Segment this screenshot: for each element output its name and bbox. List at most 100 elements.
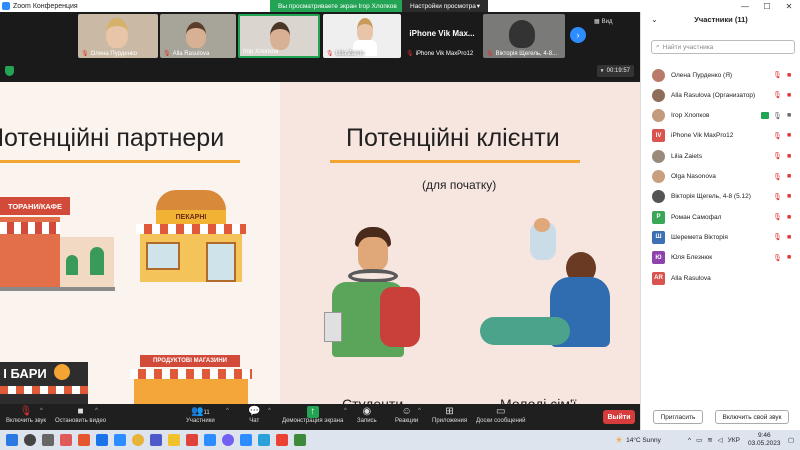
- video-tile[interactable]: 🎙 Alla Rasulova: [160, 14, 236, 58]
- search-icon: ⌕: [656, 43, 660, 50]
- mic-icon[interactable]: 🎙: [773, 112, 782, 120]
- record-button[interactable]: ◉ Запись: [357, 406, 377, 424]
- smiley-icon: ☺: [401, 406, 412, 417]
- participant-row[interactable]: Вікторія Щегель, 4-8 (5.12) 🎙 ■: [641, 188, 800, 206]
- participant-search-input[interactable]: ⌕ Найти участника: [651, 40, 795, 54]
- app-icon[interactable]: [78, 434, 90, 446]
- minimize-button[interactable]: —: [735, 0, 755, 12]
- shield-icon[interactable]: [5, 66, 14, 76]
- participant-row[interactable]: Olga Nasonova 🎙 ■: [641, 168, 800, 186]
- apps-button[interactable]: ⊞ Приложения: [432, 406, 467, 424]
- participant-row[interactable]: AR Alla Rasulova: [641, 269, 800, 287]
- telegram-icon[interactable]: [258, 434, 270, 446]
- mic-muted-icon[interactable]: 🎙: [773, 254, 782, 262]
- gallery-next-button[interactable]: ›: [570, 27, 586, 43]
- video-off-icon[interactable]: ■: [787, 234, 791, 241]
- mic-muted-icon[interactable]: 🎙: [773, 193, 782, 201]
- file-explorer-icon[interactable]: [168, 434, 180, 446]
- app-icon[interactable]: [240, 434, 252, 446]
- view-button[interactable]: ▦ Вид: [594, 18, 613, 26]
- mic-muted-icon[interactable]: 🎙: [773, 132, 782, 140]
- mic-muted-icon[interactable]: 🎙: [773, 213, 782, 221]
- app-icon[interactable]: [294, 434, 306, 446]
- leave-button[interactable]: Выйти: [603, 410, 635, 424]
- video-off-icon[interactable]: ■: [787, 193, 791, 200]
- timer-value: 00:19:57: [606, 68, 630, 74]
- video-off-icon[interactable]: ■: [787, 254, 791, 261]
- participant-name: Ігор Хлопков: [671, 112, 710, 120]
- system-tray[interactable]: ^ ▭ ≋ ◁ УКР: [688, 430, 740, 450]
- video-tile[interactable]: 🎙 Вікторія Щегель, 4-8...: [483, 14, 565, 58]
- task-view-icon[interactable]: [42, 434, 54, 446]
- search-icon[interactable]: [24, 434, 36, 446]
- mic-muted-icon[interactable]: 🎙: [773, 173, 782, 181]
- mic-muted-icon[interactable]: 🎙: [773, 91, 782, 99]
- video-tile[interactable]: 🎙 Олена Пурденко: [78, 14, 158, 58]
- video-off-icon[interactable]: ■: [787, 72, 791, 79]
- participants-options-caret[interactable]: ^: [226, 408, 229, 414]
- teams-icon[interactable]: [150, 434, 162, 446]
- participant-row[interactable]: Ш Шереметa Вікторія 🎙 ■: [641, 228, 800, 246]
- maximize-button[interactable]: ☐: [757, 0, 777, 12]
- participant-row[interactable]: Олена Пурденко (Я) 🎙 ■: [641, 66, 800, 84]
- video-options-caret[interactable]: ^: [95, 408, 98, 414]
- mic-muted-icon[interactable]: 🎙: [773, 152, 782, 160]
- video-tile-active[interactable]: Ігор Хлопков: [238, 14, 320, 58]
- reactions-options-caret[interactable]: ^: [418, 408, 421, 414]
- family-illustration: [470, 218, 620, 362]
- share-screen-button[interactable]: ↑ Демонстрация экрана: [282, 406, 343, 424]
- video-tile[interactable]: iPhone Vik Max... 🎙 iPhone Vik MaxPro12: [403, 14, 481, 58]
- participant-row[interactable]: IV iPhone Vik MaxPro12 🎙 ■: [641, 127, 800, 145]
- video-button[interactable]: ■ Остановить видео: [55, 406, 106, 424]
- reactions-label: Реакции: [395, 418, 419, 424]
- plant: [66, 255, 78, 275]
- mic-muted-icon[interactable]: 🎙: [773, 71, 782, 79]
- participants-button[interactable]: 👥11 Участники: [186, 406, 215, 424]
- headphones: [348, 269, 398, 283]
- bakery-roof: [156, 190, 226, 210]
- search-placeholder: Найти участника: [662, 43, 714, 51]
- chat-options-caret[interactable]: ^: [268, 408, 271, 414]
- app-icon[interactable]: [60, 434, 72, 446]
- view-options-button[interactable]: Настройки просмотра ▾: [402, 0, 488, 12]
- app-icon[interactable]: [186, 434, 198, 446]
- bakery-illustration: ПЕКАРНІ: [136, 190, 246, 282]
- video-off-icon[interactable]: ■: [787, 92, 791, 99]
- speaker-icon: ◁: [717, 437, 723, 444]
- mic-muted-icon[interactable]: 🎙: [773, 233, 782, 241]
- video-off-icon[interactable]: ■: [787, 214, 791, 221]
- viber-icon[interactable]: [222, 434, 234, 446]
- participant-row[interactable]: Lilia Zaiets 🎙 ■: [641, 147, 800, 165]
- reactions-button[interactable]: ☺ Реакции: [395, 406, 418, 424]
- notifications-icon[interactable]: ▢: [788, 430, 794, 450]
- weather-widget[interactable]: ☀ 14°C Sunny: [615, 430, 661, 450]
- avatar: [652, 149, 665, 163]
- share-banner: Вы просматриваете экран Ігор Хлопков: [270, 0, 405, 12]
- chat-button[interactable]: 💬 Чат: [248, 406, 260, 424]
- video-off-icon[interactable]: ■: [787, 173, 791, 180]
- participant-row[interactable]: Alla Rasulova (Организатор) 🎙 ■: [641, 86, 800, 104]
- unmute-self-button[interactable]: Включить свой звук: [715, 410, 789, 424]
- title-underline: [330, 160, 580, 163]
- share-options-caret[interactable]: ^: [344, 408, 347, 414]
- participant-row[interactable]: Ігор Хлопков 🎙 ■: [641, 107, 800, 125]
- video-camera-icon[interactable]: ■: [787, 112, 791, 119]
- participant-row[interactable]: Ю Юля Блезнюк 🎙 ■: [641, 249, 800, 267]
- invite-button[interactable]: Пригласить: [653, 410, 703, 424]
- clock-time: 9:46: [757, 432, 771, 439]
- audio-options-caret[interactable]: ^: [40, 408, 43, 414]
- whiteboards-button[interactable]: ▭ Доски сообщений: [476, 406, 526, 424]
- zoom-icon[interactable]: [114, 434, 126, 446]
- close-button[interactable]: ✕: [779, 0, 799, 12]
- tile-name: Вікторія Щегель, 4-8...: [495, 50, 558, 57]
- participant-row[interactable]: Р Роман Самофал 🎙 ■: [641, 208, 800, 226]
- video-off-icon[interactable]: ■: [787, 132, 791, 139]
- video-tile[interactable]: 🎙 Lilia Zaiets: [323, 14, 401, 58]
- windows-start-icon[interactable]: [6, 434, 18, 446]
- app-icon[interactable]: [276, 434, 288, 446]
- chrome-icon[interactable]: [132, 434, 144, 446]
- edge-browser-icon[interactable]: [96, 434, 108, 446]
- zoom-icon[interactable]: [204, 434, 216, 446]
- clock[interactable]: 9:46 03.05.2023: [748, 430, 781, 450]
- video-off-icon[interactable]: ■: [787, 153, 791, 160]
